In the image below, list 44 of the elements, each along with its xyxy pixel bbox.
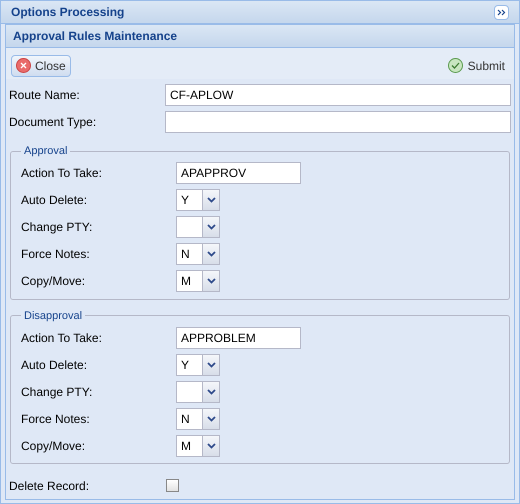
caret-icon [202, 408, 219, 428]
text-field[interactable]: CF-APLOW [165, 84, 511, 106]
field-label: Route Name: [9, 86, 81, 104]
field-label: Document Type: [9, 114, 98, 130]
caret-icon [202, 190, 219, 210]
fieldset-legend: Disapproval [21, 308, 86, 324]
dropdown[interactable]: M [176, 270, 220, 292]
caret-icon [202, 244, 219, 264]
dropdown[interactable]: Y [176, 354, 220, 376]
text-field[interactable]: APAPPROV [176, 162, 301, 184]
close-button[interactable]: Close [11, 54, 71, 76]
field-label: Change PTY: [21, 219, 94, 236]
fieldset-legend: Approval [21, 143, 70, 160]
caret-icon [202, 436, 219, 456]
field-label: Force Notes: [21, 410, 91, 428]
field-label: Change PTY: [21, 384, 94, 400]
panel-title: Approval Rules Maintenance [13, 28, 178, 45]
field-label: Copy/Move: [21, 438, 86, 454]
caret-icon [202, 271, 219, 291]
dropdown[interactable]: N [176, 243, 220, 265]
dropdown[interactable]: Y [176, 189, 220, 211]
check-icon [448, 58, 463, 73]
field-label: Delete Record: [9, 478, 90, 494]
checkbox[interactable] [166, 479, 179, 492]
double-chevron-icon [497, 8, 506, 16]
window-title: Options Processing [11, 4, 124, 21]
field-label: Force Notes: [21, 246, 91, 263]
close-icon [16, 58, 31, 73]
dropdown[interactable] [176, 216, 220, 238]
dropdown[interactable]: M [176, 434, 220, 456]
submit-button[interactable]: Submit [444, 54, 509, 76]
field-label: Auto Delete: [21, 192, 88, 209]
expand-button[interactable] [494, 4, 509, 20]
text-field[interactable]: APPROBLEM [176, 326, 301, 348]
field-label: Action To Take: [21, 165, 103, 182]
dropdown[interactable] [176, 380, 220, 402]
caret-icon [202, 217, 219, 237]
field-label: Action To Take: [21, 330, 103, 346]
field-label: Copy/Move: [21, 273, 86, 290]
caret-icon [202, 382, 219, 402]
dropdown[interactable]: N [176, 408, 220, 430]
caret-icon [202, 354, 219, 374]
text-field[interactable] [165, 110, 511, 132]
field-label: Auto Delete: [21, 356, 88, 374]
